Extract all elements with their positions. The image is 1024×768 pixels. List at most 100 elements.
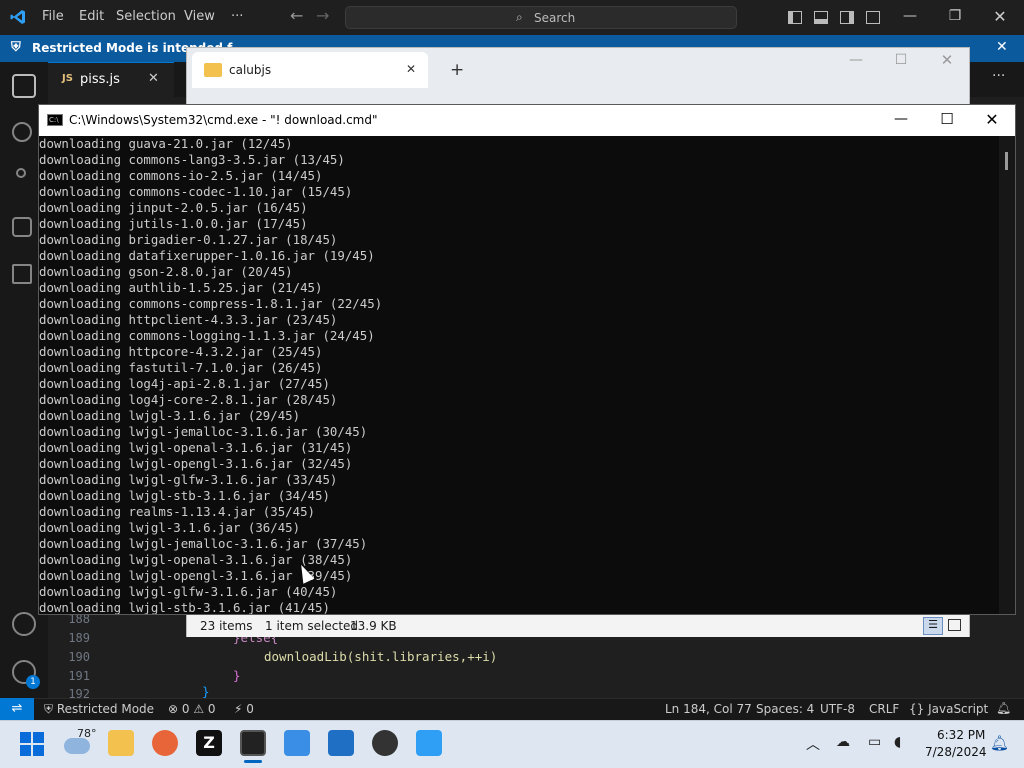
cmd-output-line: downloading lwjgl-openal-3.1.6.jar (31/4… (39, 440, 353, 455)
tab-close-icon[interactable]: ✕ (148, 71, 159, 86)
toggle-primary-sidebar-icon[interactable] (788, 11, 802, 24)
clock-time[interactable]: 6:32 PM (937, 728, 985, 742)
cmd-app-icon: C:\ (47, 114, 63, 126)
volume-icon[interactable]: ◖ (894, 734, 901, 750)
vscode-minimize-button[interactable]: — (890, 8, 930, 24)
explorer-maximize-button[interactable]: ☐ (881, 52, 921, 68)
puzzle-app-taskbar-icon[interactable] (372, 730, 398, 756)
item-count: 23 items (200, 619, 253, 633)
error-count: 0 (181, 702, 190, 716)
onedrive-icon[interactable]: ☁ (836, 734, 850, 750)
cmd-output-line: downloading datafixerupper-1.0.16.jar (1… (39, 248, 375, 263)
start-windows-icon[interactable] (20, 732, 44, 756)
cmd-output-line: downloading lwjgl-jemalloc-3.1.6.jar (37… (39, 536, 368, 551)
forward-arrow-icon[interactable]: → (316, 6, 329, 25)
explorer-status-bar: 23 items 1 item selected 13.9 KB ☰ (187, 616, 969, 637)
notepad-taskbar-icon[interactable] (284, 730, 310, 756)
remote-indicator-icon[interactable]: ⇌ (0, 698, 34, 720)
run-debug-icon[interactable] (12, 217, 32, 237)
back-arrow-icon[interactable]: ← (290, 6, 303, 25)
encoding-status[interactable]: UTF-8 (820, 702, 855, 716)
cmd-output-line: downloading lwjgl-openal-3.1.6.jar (38/4… (39, 552, 353, 567)
menu-selection[interactable]: Selection (116, 9, 176, 24)
explorer-tab-calubjs[interactable]: calubjs ✕ (192, 52, 428, 88)
language-mode-status[interactable]: {} JavaScript (909, 702, 988, 716)
vscode-titlebar: File Edit Selection View ··· ← → ⌕ Searc… (0, 0, 1024, 35)
cmd-maximize-button[interactable]: ☐ (927, 110, 967, 128)
javascript-file-icon: JS (62, 73, 73, 84)
vscode-close-button[interactable]: ✕ (980, 7, 1020, 26)
selected-count: 1 item selected (265, 619, 359, 633)
shield-icon: ⛨ (11, 40, 21, 55)
indentation-status[interactable]: Spaces: 4 (756, 702, 814, 716)
cmd-output-line: downloading jinput-2.0.5.jar (16/45) (39, 200, 308, 215)
clock-date[interactable]: 7/28/2024 (925, 745, 987, 759)
cmd-output-line: downloading log4j-api-2.8.1.jar (27/45) (39, 376, 330, 391)
cmd-scrollbar-thumb[interactable] (1005, 152, 1008, 170)
cmd-output-line: downloading httpcore-4.3.2.jar (25/45) (39, 344, 323, 359)
extensions-icon[interactable] (12, 264, 32, 284)
editor-actions-more-icon[interactable]: ··· (992, 68, 1005, 84)
line-number: 190 (68, 650, 90, 664)
cmd-titlebar[interactable]: C:\ C:\Windows\System32\cmd.exe - "! dow… (39, 105, 1015, 136)
vscode-restore-button[interactable]: ❐ (935, 8, 975, 24)
weather-icon[interactable] (64, 738, 90, 754)
toggle-panel-icon[interactable] (814, 11, 828, 24)
folder-icon (204, 63, 222, 77)
tab-piss-js[interactable]: JS piss.js ✕ (48, 62, 174, 97)
accounts-icon[interactable] (12, 612, 36, 636)
language-label: JavaScript (928, 702, 989, 716)
ports-status[interactable]: ⚡ 0 (234, 702, 254, 716)
source-control-icon[interactable] (16, 168, 26, 178)
vscode-taskbar-icon[interactable] (416, 730, 442, 756)
banner-close-icon[interactable]: ✕ (996, 39, 1008, 55)
explorer-new-tab-icon[interactable]: + (450, 60, 464, 80)
search-icon: ⌕ (516, 10, 523, 24)
tiles-view-icon[interactable] (948, 619, 961, 631)
cmd-close-button[interactable]: ✕ (972, 110, 1012, 129)
code-text[interactable]: } (233, 668, 241, 683)
terminal-taskbar-icon[interactable] (240, 730, 266, 756)
network-icon[interactable]: ▭ (868, 734, 881, 750)
search-icon[interactable] (12, 122, 32, 142)
menu-view[interactable]: View (184, 9, 215, 24)
cursor-position[interactable]: Ln 184, Col 77 (665, 702, 752, 716)
cmd-output-line: downloading fastutil-7.1.0.jar (26/45) (39, 360, 323, 375)
cmd-output-line: downloading commons-io-2.5.jar (14/45) (39, 168, 323, 183)
code-text[interactable]: downloadLib(shit.libraries,++i) (264, 649, 497, 664)
notifications-bell-icon[interactable]: 🔔︎ (996, 701, 1011, 715)
cmd-output-line: downloading httpclient-4.3.3.jar (23/45) (39, 312, 338, 327)
z-app-taskbar-icon[interactable]: Z (196, 730, 222, 756)
ports-count: 0 (246, 702, 254, 716)
explorer-icon[interactable] (12, 74, 36, 98)
shield-icon: ⛨ (44, 702, 57, 716)
customize-layout-icon[interactable] (866, 11, 880, 24)
explorer-close-button[interactable]: ✕ (927, 51, 967, 69)
menu-edit[interactable]: Edit (79, 9, 104, 24)
cmd-output-line: downloading lwjgl-opengl-3.1.6.jar (32/4… (39, 456, 353, 471)
firefox-taskbar-icon[interactable] (152, 730, 178, 756)
menu-file[interactable]: File (42, 9, 64, 24)
cmd-output-line: downloading authlib-1.5.25.jar (21/45) (39, 280, 323, 295)
toggle-secondary-sidebar-icon[interactable] (840, 11, 854, 24)
code-text[interactable]: } (202, 684, 210, 699)
cmd-scrollbar[interactable] (999, 136, 1015, 614)
notification-center-icon[interactable]: 🔔︎ (990, 734, 1009, 752)
cmd-output-line: downloading lwjgl-stb-3.1.6.jar (41/45) (39, 600, 330, 614)
cmd-output-line: downloading lwjgl-glfw-3.1.6.jar (40/45) (39, 584, 338, 599)
cmd-output-line: downloading commons-lang3-3.5.jar (13/45… (39, 152, 345, 167)
cmd-minimize-button[interactable]: — (881, 111, 921, 127)
eol-status[interactable]: CRLF (869, 702, 899, 716)
restricted-mode-status[interactable]: ⛨ Restricted Mode (44, 702, 154, 717)
menu-more[interactable]: ··· (231, 9, 243, 24)
command-center-search[interactable]: ⌕ Search (345, 6, 737, 29)
cmd-output-line: downloading brigadier-0.1.27.jar (18/45) (39, 232, 338, 247)
file-explorer-taskbar-icon[interactable] (108, 730, 134, 756)
cmd-output[interactable]: downloading guava-21.0.jar (12/45) downlo… (39, 136, 999, 614)
explorer-tab-close-icon[interactable]: ✕ (406, 62, 416, 76)
show-hidden-icons-chevron-icon[interactable]: ︿ (806, 734, 820, 754)
details-view-icon[interactable]: ☰ (923, 617, 943, 635)
explorer-minimize-button[interactable]: — (836, 52, 876, 68)
problems-status[interactable]: ⊗ 0 ⚠ 0 (168, 702, 216, 716)
photos-taskbar-icon[interactable] (328, 730, 354, 756)
